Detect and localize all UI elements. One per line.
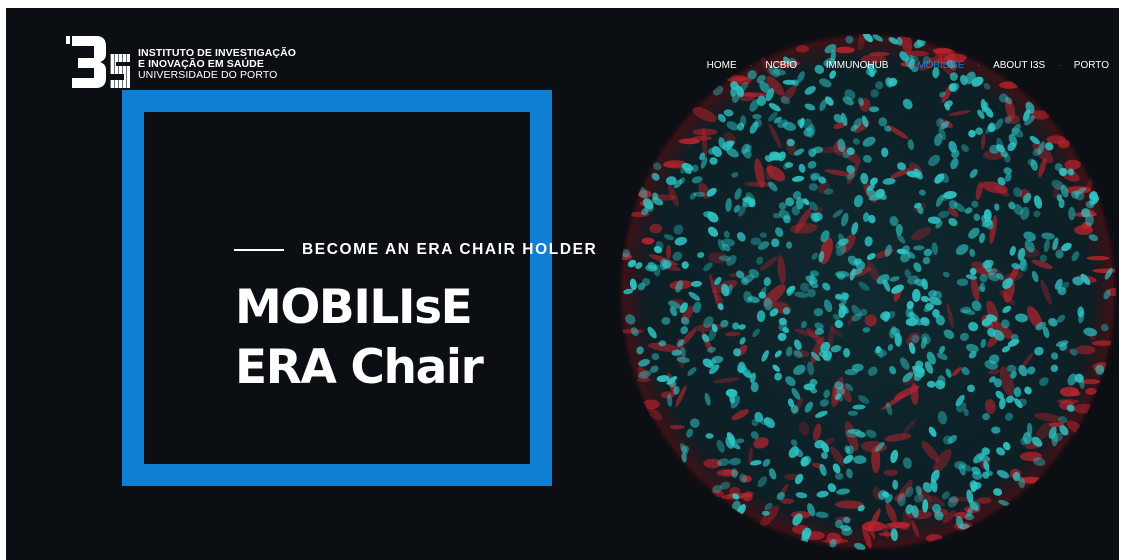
hero-headline: MOBILIsE ERA Chair: [235, 278, 484, 398]
membrane-stain: [691, 136, 712, 141]
membrane-stain: [977, 497, 992, 504]
main-navigation: HOME · NCBIO · IMMUNOHUB · MOBILISE · AB…: [707, 60, 1109, 71]
logo-line-2: E INOVAÇÃO EM SAÚDE: [138, 57, 264, 70]
nav-separator: ·: [749, 61, 753, 70]
nav-item-about-i3s[interactable]: ABOUT I3S: [993, 60, 1045, 71]
membrane-stain: [1092, 268, 1116, 274]
membrane-stain: [1064, 159, 1081, 170]
headline-line-2: ERA Chair: [235, 340, 484, 395]
hero-section: INSTITUTO DE INVESTIGAÇÃO E INOVAÇÃO EM …: [6, 8, 1119, 560]
membrane-stain: [741, 492, 753, 502]
membrane-stain: [1074, 345, 1096, 355]
membrane-stain: [835, 46, 855, 54]
nav-separator: ·: [1058, 61, 1061, 70]
membrane-stain: [795, 45, 809, 53]
tagline-rule: [234, 249, 284, 251]
cell-nucleus: [1068, 206, 1076, 221]
membrane-stain: [888, 521, 911, 529]
membrane-stain: [1059, 386, 1079, 397]
spheroid-microscopy-image: [616, 30, 1119, 550]
membrane-stain: [1074, 225, 1093, 235]
membrane-stain: [1085, 387, 1097, 395]
nav-item-immunohub[interactable]: IMMUNOHUB: [826, 60, 889, 71]
i3s-logo[interactable]: INSTITUTO DE INVESTIGAÇÃO E INOVAÇÃO EM …: [66, 32, 296, 92]
headline-line-1: MOBILIsE: [235, 280, 473, 335]
hero-tagline: BECOME AN ERA CHAIR HOLDER: [234, 241, 597, 259]
membrane-stain: [692, 128, 718, 136]
nav-item-ncbio[interactable]: NCBIO: [765, 60, 797, 71]
membrane-stain: [1057, 139, 1070, 149]
membrane-stain: [862, 521, 886, 532]
membrane-stain: [669, 424, 685, 430]
membrane-stain: [641, 237, 655, 245]
nav-item-home[interactable]: HOME: [707, 60, 737, 71]
logo-line-1: INSTITUTO DE INVESTIGAÇÃO: [138, 46, 297, 59]
membrane-stain: [1091, 340, 1114, 347]
logo-line-3: UNIVERSIDADE DO PORTO: [138, 68, 278, 81]
tagline-text: BECOME AN ERA CHAIR HOLDER: [302, 241, 598, 258]
logo-text: INSTITUTO DE INVESTIGAÇÃO E INOVAÇÃO EM …: [138, 44, 296, 81]
nav-separator: ·: [901, 61, 905, 70]
nav-item-mobilise[interactable]: MOBILISE: [917, 60, 964, 71]
nav-separator: ·: [977, 61, 981, 70]
membrane-stain: [662, 162, 681, 168]
membrane-stain: [934, 48, 956, 57]
i3s-logo-mark-icon: [66, 36, 130, 88]
membrane-stain: [883, 469, 898, 476]
nav-separator: ·: [810, 61, 813, 70]
membrane-stain: [649, 223, 663, 234]
nav-item-porto[interactable]: PORTO: [1074, 60, 1109, 71]
membrane-stain: [721, 494, 744, 500]
membrane-stain: [1086, 256, 1110, 261]
